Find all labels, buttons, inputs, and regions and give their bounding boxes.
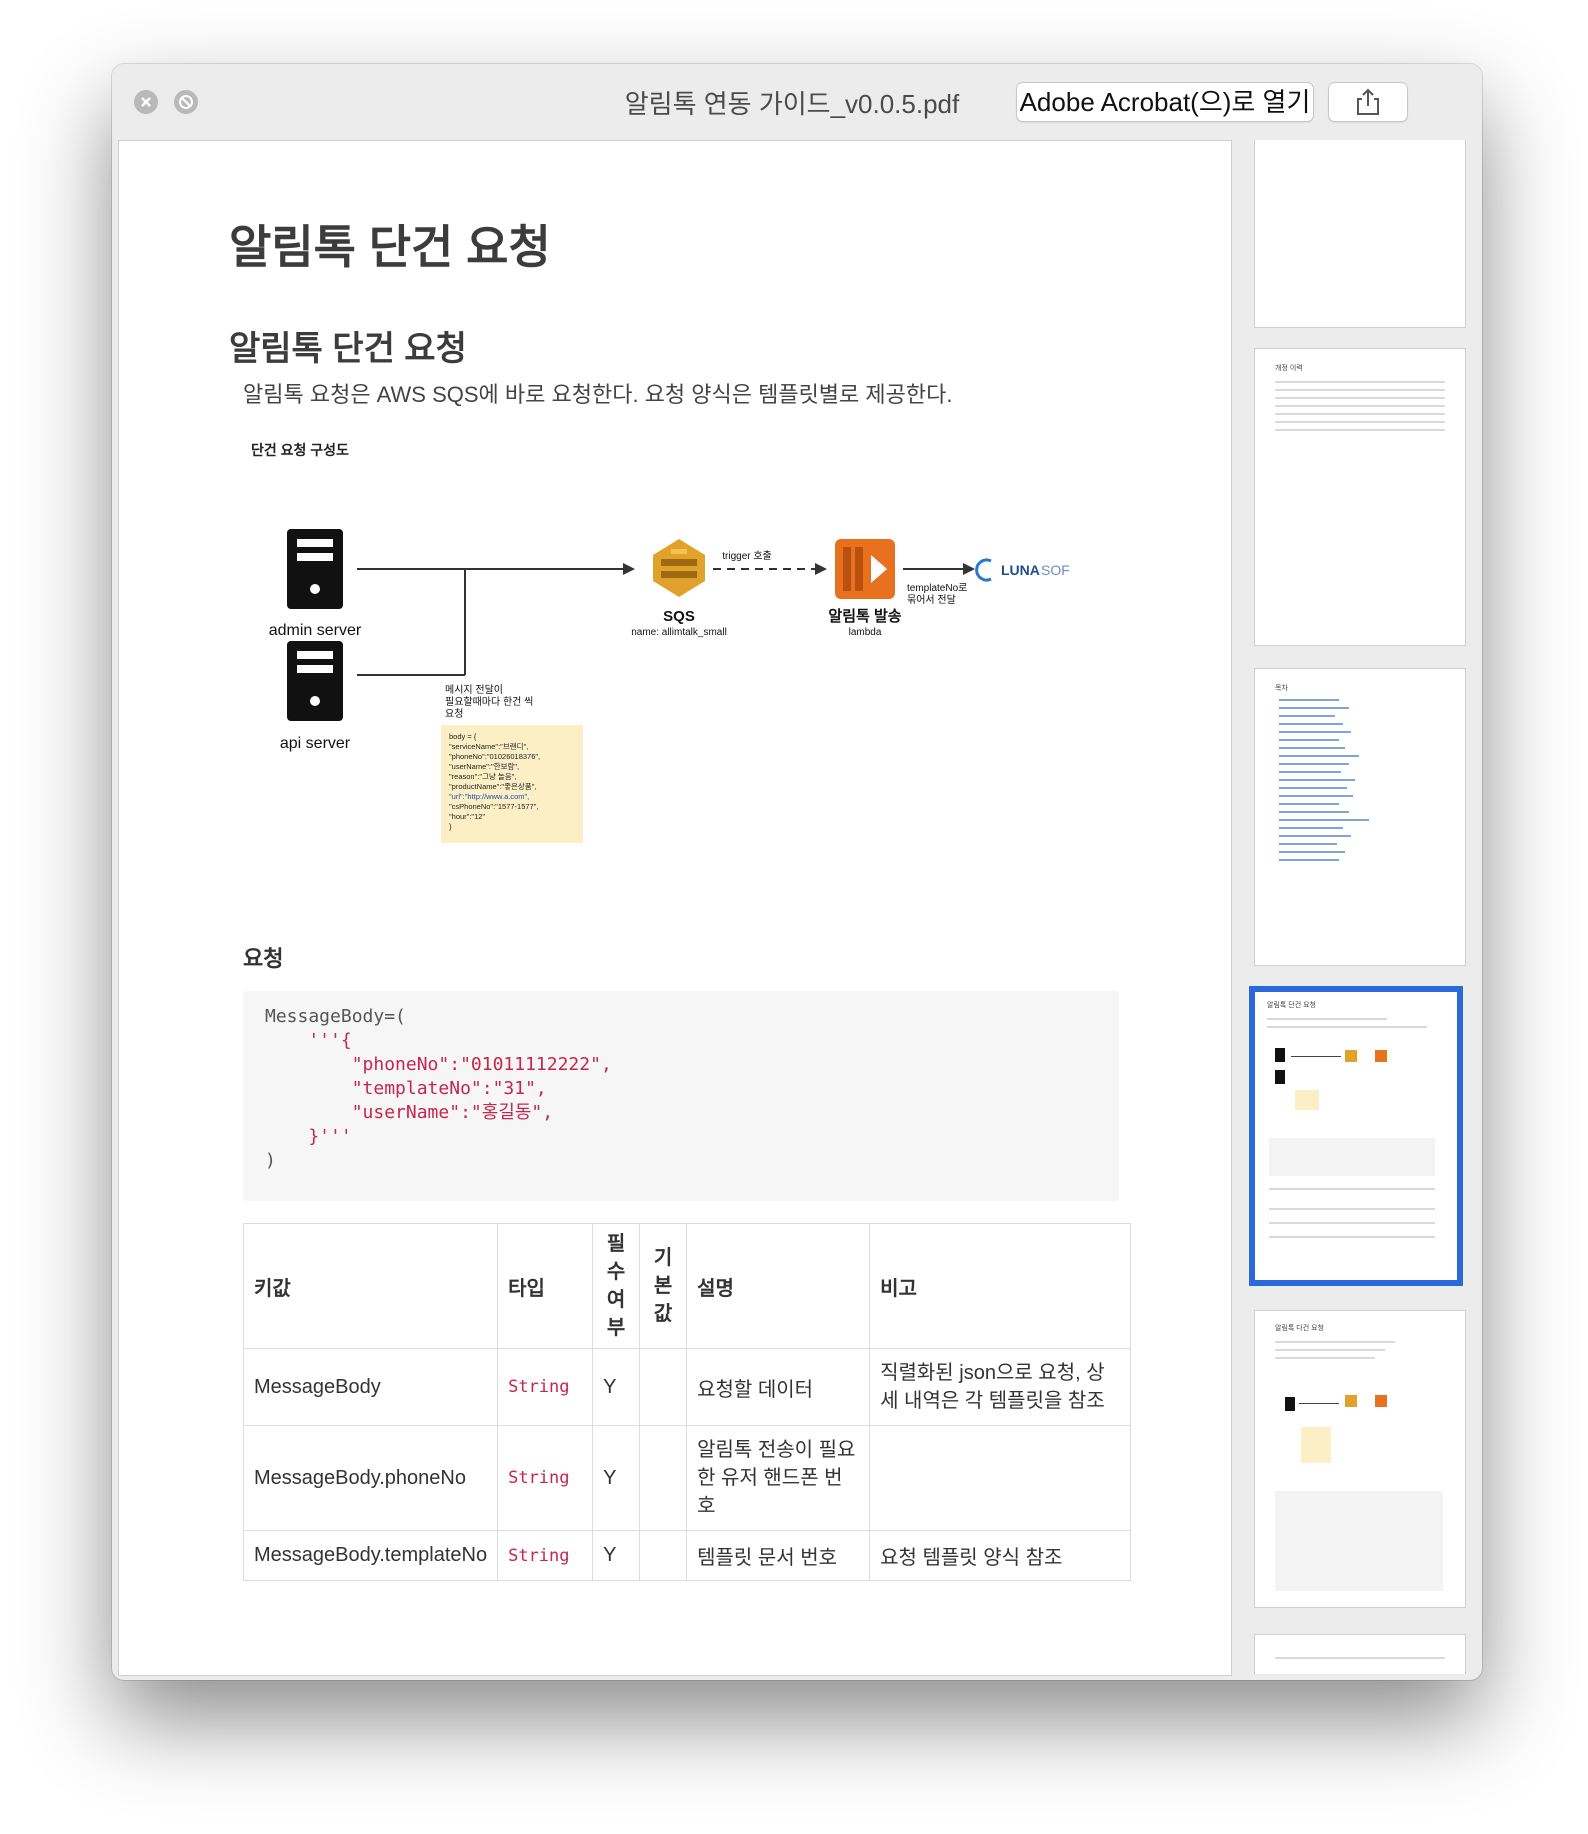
svg-text:SOFT: SOFT (1041, 562, 1069, 578)
diagram-caption: 단건 요청 구성도 (251, 442, 349, 458)
cell-default (639, 1348, 688, 1426)
page-thumbnail-1[interactable] (1254, 140, 1466, 328)
api-server-label: api server (280, 735, 351, 752)
msg-note-3: 요청 (445, 708, 463, 720)
lambda-label: 알림톡 발송 (828, 607, 901, 625)
svg-text:"csPhoneNo":"1577-1577",: "csPhoneNo":"1577-1577", (449, 802, 538, 811)
code-line: "phoneNo":"01011112222", (265, 1054, 612, 1075)
window-title: 알림톡 연동 가이드_v0.0.5.pdf (624, 89, 960, 119)
page-thumbnail-3[interactable]: 목차 (1254, 668, 1466, 966)
code-line: }''' (265, 1126, 352, 1147)
request-heading: 요청 (243, 946, 284, 971)
cell-required: Y (592, 1530, 641, 1581)
sqs-icon (653, 539, 705, 597)
cell-type: String (497, 1530, 594, 1581)
thumb-title: 알림톡 단건 요청 (1267, 1002, 1316, 1009)
template-note-2: 묶어서 전달 (907, 594, 956, 606)
cell-default (639, 1425, 688, 1531)
svg-text:body = {: body = { (449, 732, 477, 741)
code-line: MessageBody=( (265, 1006, 406, 1027)
header-type: 타입 (497, 1223, 594, 1349)
admin-server-icon (287, 529, 343, 609)
cell-desc: 요청할 데이터 (686, 1348, 871, 1426)
svg-text:"serviceName":"브랜디",: "serviceName":"브랜디", (449, 741, 528, 751)
table-row: MessageBody.phoneNo String Y 알림톡 전송이 필요한… (242, 1425, 1131, 1531)
cell-note (869, 1425, 1131, 1531)
thumb-title: 알림톡 다건 요청 (1275, 1325, 1324, 1332)
page-thumbnail-5[interactable]: 알림톡 다건 요청 (1254, 1310, 1466, 1608)
code-line: "templateNo":"31", (265, 1078, 547, 1099)
svg-text:"userName":"한보람",: "userName":"한보람", (449, 762, 519, 771)
header-default: 기본값 (639, 1223, 688, 1349)
cell-desc: 알림톡 전송이 필요한 유저 핸드폰 번호 (686, 1425, 871, 1531)
thumb-title: 목차 (1275, 685, 1288, 692)
section-title: 알림톡 단건 요청 (229, 330, 467, 368)
header-note: 비고 (869, 1223, 1131, 1349)
architecture-diagram: 단건 요청 구성도 admin server api server SQS na… (251, 442, 1069, 843)
table-header-row: 키값 타입 필수여부 기본값 설명 비고 (242, 1223, 1131, 1349)
admin-server-label: admin server (269, 622, 362, 639)
cell-required: Y (592, 1425, 641, 1531)
share-button[interactable] (1328, 82, 1408, 122)
sqs-label: SQS (663, 608, 695, 625)
template-note-1: templateNo로 (907, 583, 967, 594)
svg-text:"productName":"좋은상품",: "productName":"좋은상품", (449, 781, 536, 791)
page-thumbnail-4-selected[interactable]: 알림톡 단건 요청 (1249, 986, 1463, 1286)
preview-window: 알림톡 연동 가이드_v0.0.5.pdf Adobe Acrobat(으)로 … (112, 64, 1482, 1680)
svg-text:"hour":"12": "hour":"12" (449, 812, 485, 821)
cell-note: 직렬화된 json으로 요청, 상세 내역은 각 템플릿을 참조 (869, 1348, 1131, 1426)
minimize-icon[interactable] (174, 90, 198, 114)
lunasoft-logo: LUNA SOFT (975, 558, 1069, 582)
cell-type: String (497, 1348, 594, 1426)
body-sample-note: body = { "serviceName":"브랜디", "phoneNo":… (441, 725, 583, 843)
close-icon[interactable] (134, 90, 158, 114)
document-page: 알림톡 단건 요청 알림톡 단건 요청 알림톡 요청은 AWS SQS에 바로 … (118, 140, 1232, 1676)
cell-required: Y (592, 1348, 641, 1426)
cell-key: MessageBody (242, 1348, 499, 1426)
msg-note-2: 필요할때마다 한건 씩 (445, 696, 533, 708)
thumbnail-sidebar[interactable]: 개정 이력 목차 알림톡 단건 요청 알림톡 다건 요청 (1242, 140, 1476, 1674)
cell-key: MessageBody.phoneNo (242, 1425, 499, 1531)
svg-text:LUNA: LUNA (1001, 562, 1040, 578)
code-block: MessageBody=( '''{ "phoneNo":"0101111222… (243, 991, 1119, 1201)
arrow-to-sqs (623, 563, 635, 575)
intro-text: 알림톡 요청은 AWS SQS에 바로 요청한다. 요청 양식은 템플릿별로 제… (243, 382, 953, 407)
svg-text:"phoneNo":"01026018376",: "phoneNo":"01026018376", (449, 752, 540, 761)
table-row: MessageBody String Y 요청할 데이터 직렬화된 json으로… (242, 1348, 1131, 1426)
api-server-icon (287, 641, 343, 721)
code-line: ) (265, 1150, 276, 1171)
cell-type: String (497, 1425, 594, 1531)
cell-note: 요청 템플릿 양식 참조 (869, 1530, 1131, 1581)
cell-key: MessageBody.templateNo (242, 1530, 499, 1581)
lambda-sub: lambda (849, 627, 882, 638)
lambda-icon (835, 539, 895, 599)
open-in-acrobat-button[interactable]: Adobe Acrobat(으)로 열기 (1016, 82, 1314, 122)
code-line: "userName":"홍길동", (265, 1102, 554, 1123)
header-desc: 설명 (686, 1223, 871, 1349)
svg-text:"reason":"그냥 놀음",: "reason":"그냥 놀음", (449, 772, 516, 781)
page-title: 알림톡 단건 요청 (229, 221, 551, 273)
trigger-label: trigger 호출 (722, 550, 772, 562)
title-bar: 알림톡 연동 가이드_v0.0.5.pdf Adobe Acrobat(으)로 … (112, 64, 1482, 140)
parameter-table: 키값 타입 필수여부 기본값 설명 비고 MessageBody String … (242, 1223, 1131, 1581)
msg-note-1: 메시지 전달이 (445, 684, 503, 696)
code-line: '''{ (265, 1030, 352, 1051)
sqs-name: name: allimtalk_small (631, 627, 727, 638)
page-thumbnail-2[interactable]: 개정 이력 (1254, 348, 1466, 646)
cell-desc: 템플릿 문서 번호 (686, 1530, 871, 1581)
header-key: 키값 (242, 1223, 499, 1349)
page-thumbnail-6[interactable] (1254, 1634, 1466, 1674)
cell-default (639, 1530, 688, 1581)
table-row: MessageBody.templateNo String Y 템플릿 문서 번… (242, 1530, 1131, 1581)
thumb-title: 개정 이력 (1275, 365, 1303, 372)
svg-text:"url":"http://www.a.com",: "url":"http://www.a.com", (449, 792, 529, 801)
header-required: 필수여부 (592, 1223, 641, 1349)
